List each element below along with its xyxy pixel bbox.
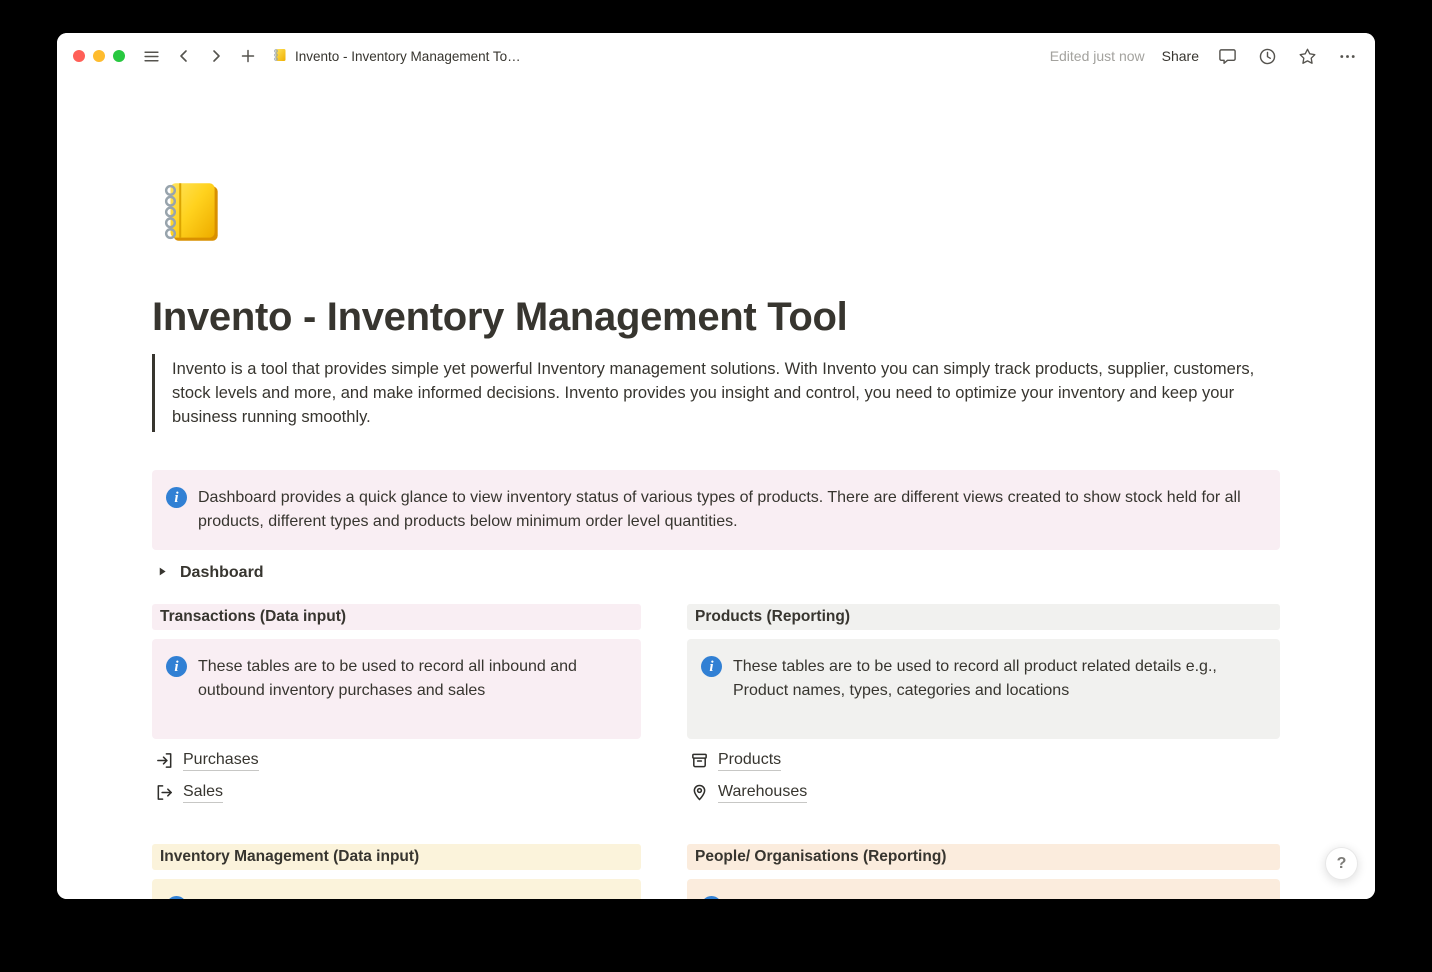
transactions-callout-text: These tables are to be used to record al… xyxy=(198,655,625,703)
people-organisations-callout-text: These tables are to be used to record de… xyxy=(733,895,1245,899)
login-icon xyxy=(154,750,174,770)
close-window-button[interactable] xyxy=(73,50,85,62)
info-icon xyxy=(166,896,187,899)
sales-link-label[interactable]: Sales xyxy=(183,781,223,803)
page-icon-notebook-emoji[interactable] xyxy=(152,173,230,251)
section-header-transactions: Transactions (Data input) xyxy=(152,604,641,630)
section-header-products: Products (Reporting) xyxy=(687,604,1280,630)
section-label: Products (Reporting) xyxy=(695,608,850,625)
nav-buttons xyxy=(174,46,258,66)
archive-box-icon xyxy=(689,750,709,770)
columns-row-2: Inventory Management (Data input) These … xyxy=(152,844,1280,899)
back-button[interactable] xyxy=(174,46,194,66)
section-products: Products (Reporting) These tables are to… xyxy=(687,604,1280,809)
section-label: Inventory Management (Data input) xyxy=(160,848,419,865)
section-transactions: Transactions (Data input) These tables a… xyxy=(152,604,641,809)
inventory-management-callout-text: These tables are to be used to record al… xyxy=(198,895,625,899)
chevron-right-icon xyxy=(208,48,224,64)
products-link-label[interactable]: Products xyxy=(718,749,781,771)
minimize-window-button[interactable] xyxy=(93,50,105,62)
forward-button[interactable] xyxy=(206,46,226,66)
logout-icon xyxy=(154,782,174,802)
sales-link[interactable]: Sales xyxy=(152,777,641,807)
section-label: People/ Organisations (Reporting) xyxy=(695,848,946,865)
dashboard-toggle-label: Dashboard xyxy=(180,564,264,582)
info-icon xyxy=(166,487,187,508)
zoom-window-button[interactable] xyxy=(113,50,125,62)
star-icon xyxy=(1298,47,1317,66)
traffic-lights xyxy=(73,50,125,62)
page-tab[interactable]: Invento - Inventory Management To… xyxy=(272,47,521,66)
purchases-link[interactable]: Purchases xyxy=(152,745,641,775)
chevron-left-icon xyxy=(176,48,192,64)
titlebar: Invento - Inventory Management To… Edite… xyxy=(57,33,1375,79)
warehouses-link[interactable]: Warehouses xyxy=(687,777,1280,807)
comments-button[interactable] xyxy=(1216,45,1239,68)
page-scroll-area: Invento - Inventory Management Tool Inve… xyxy=(57,79,1375,899)
share-button[interactable]: Share xyxy=(1162,48,1199,64)
inventory-management-callout: These tables are to be used to record al… xyxy=(152,879,641,899)
info-icon xyxy=(701,896,722,899)
section-header-inventory-management: Inventory Management (Data input) xyxy=(152,844,641,870)
help-button[interactable]: ? xyxy=(1325,847,1358,880)
sidebar-toggle-button[interactable] xyxy=(141,46,162,67)
warehouses-link-label[interactable]: Warehouses xyxy=(718,781,807,803)
history-button[interactable] xyxy=(1256,45,1279,68)
location-pin-icon xyxy=(689,782,709,802)
people-organisations-callout: These tables are to be used to record de… xyxy=(687,879,1280,899)
section-label: Transactions (Data input) xyxy=(160,608,346,625)
purchases-link-label[interactable]: Purchases xyxy=(183,749,259,771)
more-options-button[interactable] xyxy=(1336,45,1359,68)
dashboard-toggle[interactable]: Dashboard xyxy=(152,559,264,587)
app-window: Invento - Inventory Management To… Edite… xyxy=(57,33,1375,899)
edited-status: Edited just now xyxy=(1050,48,1145,64)
products-links: Products Warehouses xyxy=(687,745,1280,807)
dashboard-callout-text: Dashboard provides a quick glance to vie… xyxy=(198,486,1264,534)
products-link[interactable]: Products xyxy=(687,745,1280,775)
notebook-emoji-icon xyxy=(272,47,288,66)
info-icon xyxy=(701,656,722,677)
section-inventory-management: Inventory Management (Data input) These … xyxy=(152,844,641,899)
page-title[interactable]: Invento - Inventory Management Tool xyxy=(152,293,1280,341)
columns-row-1: Transactions (Data input) These tables a… xyxy=(152,604,1280,809)
tab-title: Invento - Inventory Management To… xyxy=(295,49,521,64)
comment-bubble-icon xyxy=(1218,47,1237,66)
intro-quote: Invento is a tool that provides simple y… xyxy=(152,354,1262,432)
new-tab-button[interactable] xyxy=(238,46,258,66)
transactions-callout: These tables are to be used to record al… xyxy=(152,639,641,739)
products-callout-text: These tables are to be used to record al… xyxy=(733,655,1264,703)
page: Invento - Inventory Management Tool Inve… xyxy=(152,79,1280,899)
titlebar-actions: Edited just now Share xyxy=(1050,45,1359,68)
favorite-button[interactable] xyxy=(1296,45,1319,68)
products-callout: These tables are to be used to record al… xyxy=(687,639,1280,739)
hamburger-menu-icon xyxy=(143,48,160,65)
toggle-triangle-icon xyxy=(157,564,168,582)
section-header-people-organisations: People/ Organisations (Reporting) xyxy=(687,844,1280,870)
ellipsis-icon xyxy=(1338,47,1357,66)
section-people-organisations: People/ Organisations (Reporting) These … xyxy=(687,844,1280,899)
info-icon xyxy=(166,656,187,677)
dashboard-callout: Dashboard provides a quick glance to vie… xyxy=(152,470,1280,550)
clock-icon xyxy=(1258,47,1277,66)
transactions-links: Purchases Sales xyxy=(152,745,641,807)
plus-icon xyxy=(240,48,256,64)
